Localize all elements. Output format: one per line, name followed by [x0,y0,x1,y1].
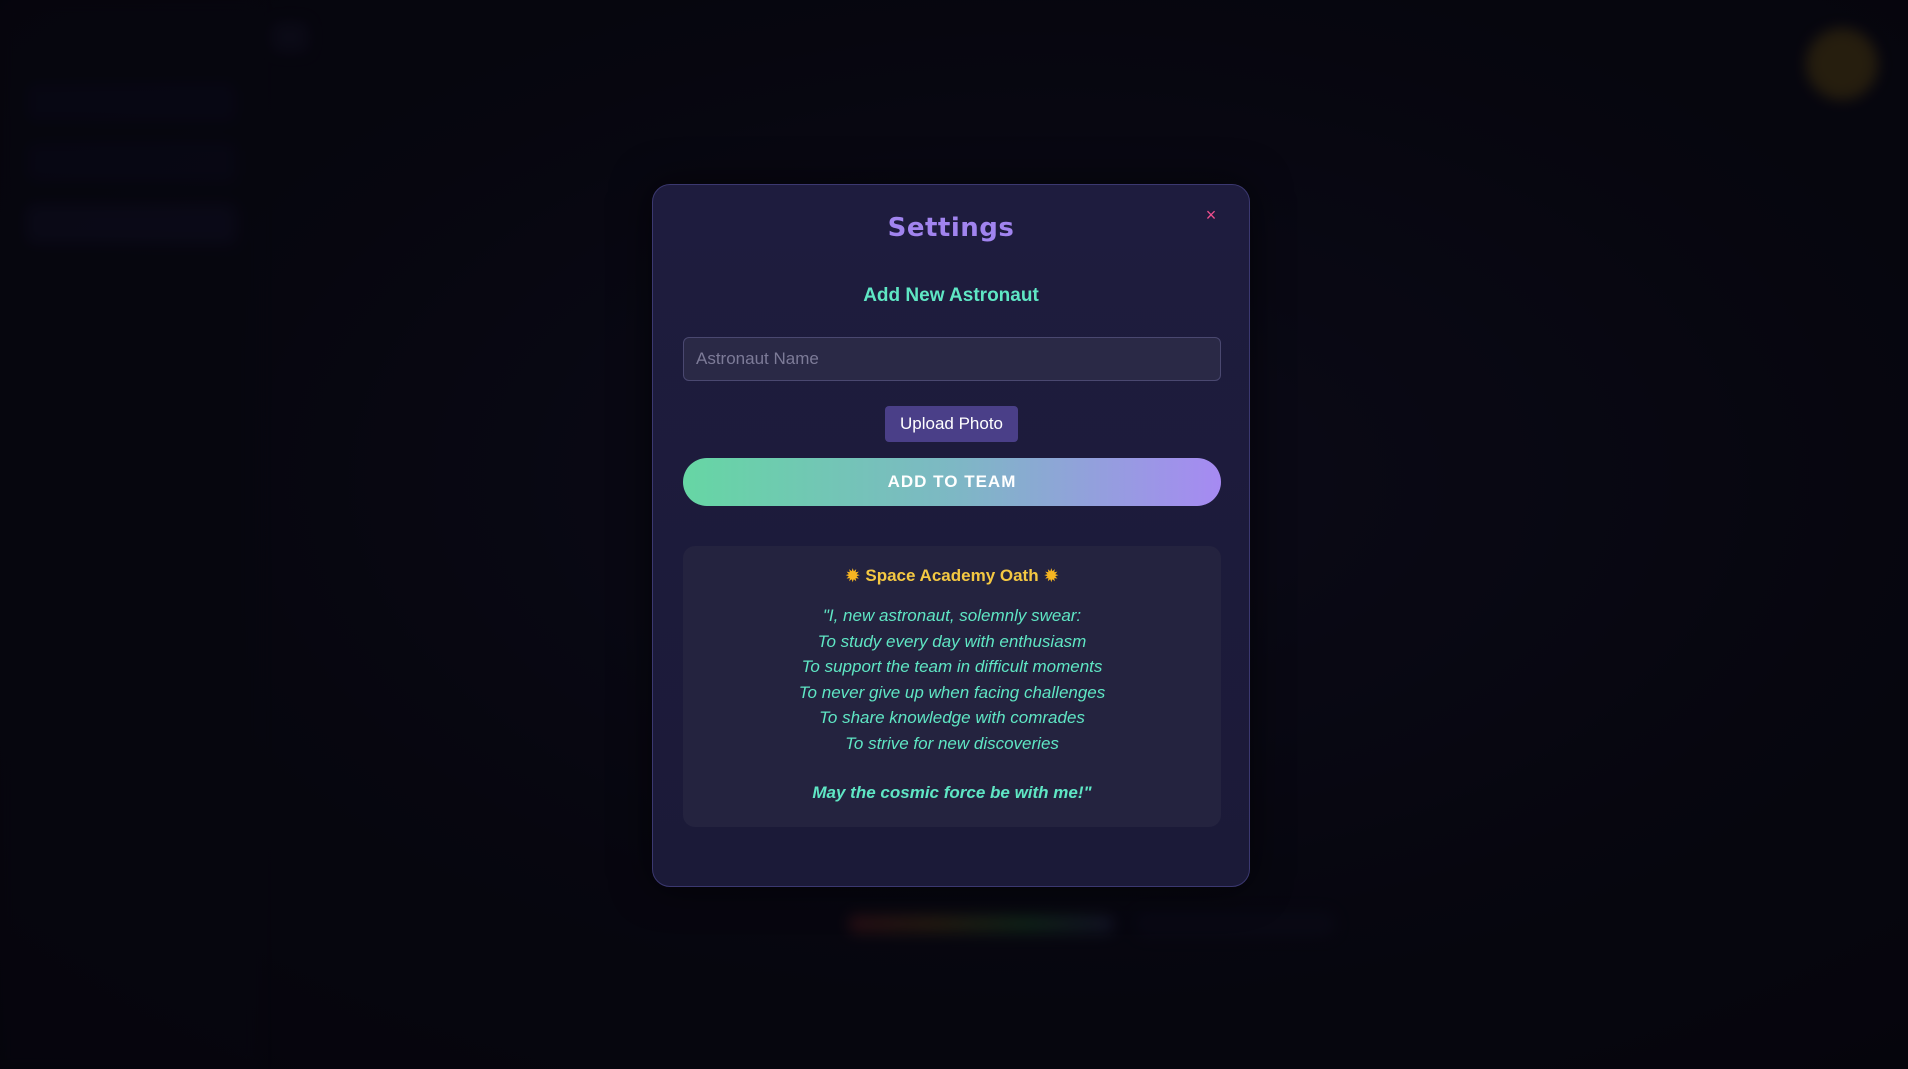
add-astronaut-heading: Add New Astronaut [863,285,1039,306]
oath-text: "I, new astronaut, solemnly swear: To st… [683,603,1221,756]
upload-photo-button[interactable]: Upload Photo [885,406,1018,442]
oath-line: To never give up when facing challenges [798,682,1106,702]
oath-title-text: Space Academy Oath [865,566,1039,585]
sun-icon: ✹ [845,568,860,585]
modal-title: Settings [887,213,1015,243]
settings-modal: Settings × Add New Astronaut Upload Phot… [652,184,1250,887]
astronaut-name-input[interactable] [683,337,1221,381]
oath-heading: ✹ Space Academy Oath ✹ [683,566,1221,586]
oath-closing-line: May the cosmic force be with me!" [812,783,1092,802]
oath-line: "I, new astronaut, solemnly swear: [822,606,1082,625]
oath-line: To strive for new discoveries [845,733,1059,753]
oath-line: To share knowledge with comrades [819,708,1085,727]
oath-line: To support the team in difficult moments [801,657,1103,676]
sun-icon: ✹ [1044,568,1059,585]
add-to-team-button[interactable]: ADD TO TEAM [683,458,1221,506]
oath-panel: ✹ Space Academy Oath ✹ "I, new astronaut, … [683,546,1221,827]
close-button[interactable]: × [1199,203,1223,227]
oath-line: To study every day with enthusiasm [817,631,1087,651]
app-root: Settings × Add New Astronaut Upload Phot… [0,0,1908,1069]
